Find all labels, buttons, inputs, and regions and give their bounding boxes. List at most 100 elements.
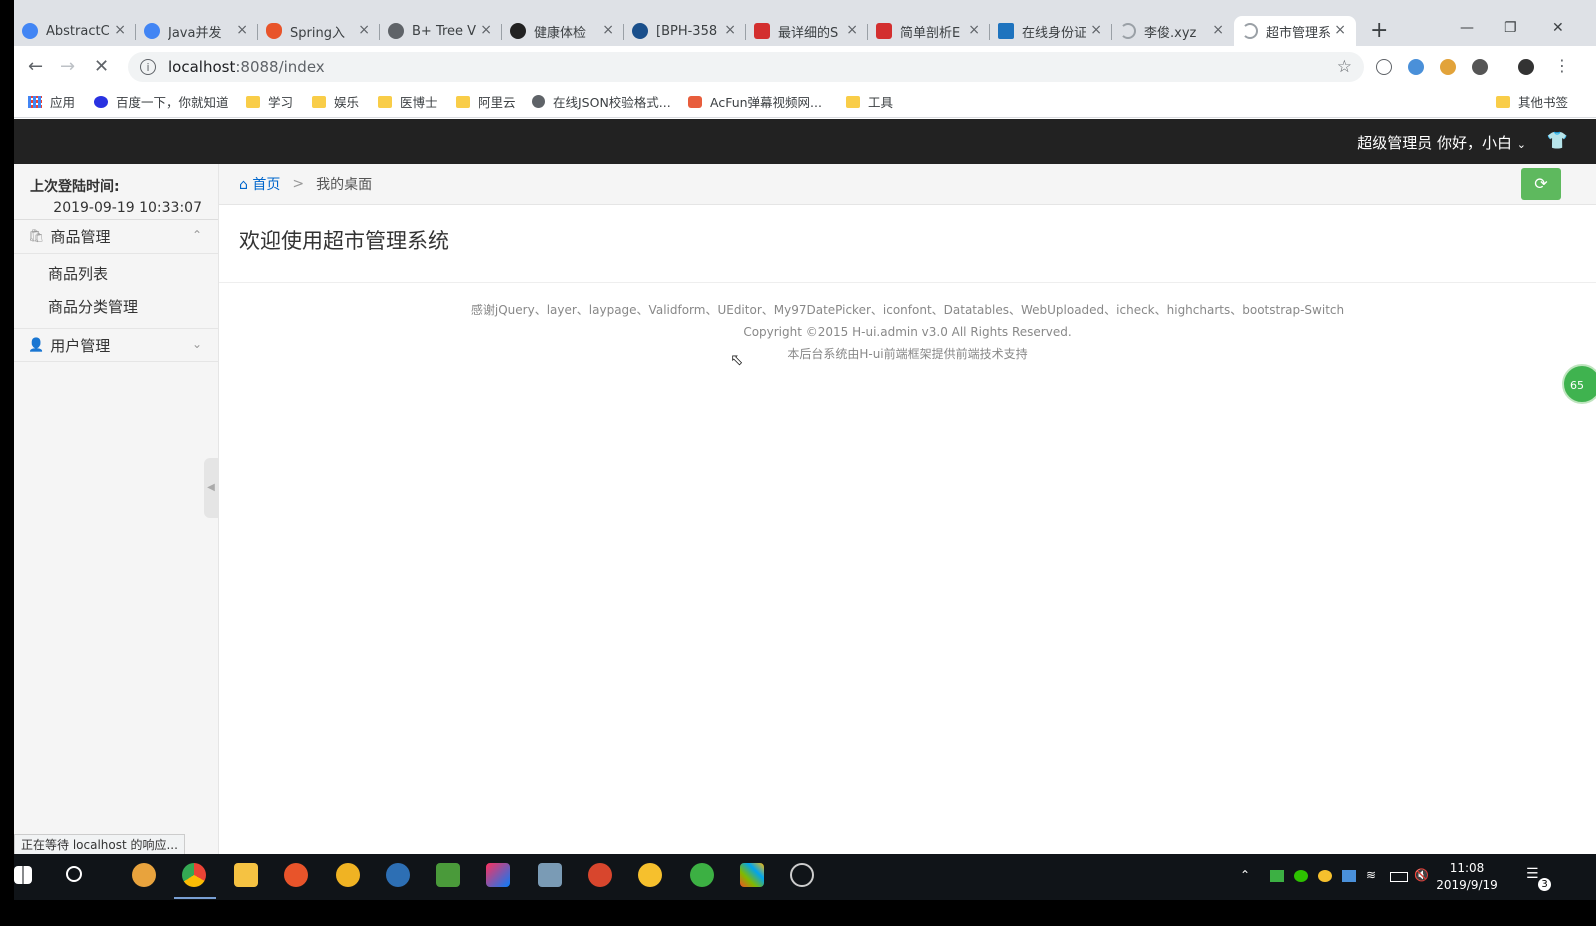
app-icon[interactable] [132, 863, 156, 887]
stop-loading-icon[interactable]: ✕ [94, 56, 109, 77]
volume-muted-icon[interactable]: 🔇 [1414, 868, 1429, 882]
profile-avatar-icon[interactable] [1518, 59, 1534, 75]
app-header: 超级管理员 你好，小白 ⌄ 👕 [14, 119, 1596, 164]
tab-close-icon[interactable]: × [724, 22, 736, 38]
notifications-icon[interactable]: ☰ [1526, 866, 1539, 882]
browser-tab[interactable]: Spring入 × [258, 16, 380, 46]
footer-copyright: Copyright ©2015 H-ui.admin v3.0 All Righ… [743, 325, 1072, 339]
tab-close-icon[interactable]: × [602, 22, 614, 38]
menu-item-goods-list[interactable]: 商品列表 [14, 258, 218, 291]
extension-snowflake-icon[interactable] [1408, 59, 1424, 75]
clock-date: 2019/9/19 [1436, 878, 1498, 892]
breadcrumb-home[interactable]: ⌂ 首页 [239, 174, 280, 194]
tray-app-icon[interactable] [1342, 870, 1356, 882]
url-host: localhost [168, 58, 236, 76]
tray-app-icon[interactable] [1318, 870, 1332, 882]
bookmark-folder[interactable]: 娱乐 [312, 92, 359, 111]
window-close-icon[interactable]: ✕ [1552, 20, 1564, 36]
user-menu[interactable]: 超级管理员 你好，小白 ⌄ [1357, 132, 1526, 153]
browser-tab[interactable]: 在线身份证 × [990, 16, 1112, 46]
wechat-icon[interactable] [1294, 870, 1308, 882]
back-arrow-icon[interactable]: ← [28, 56, 43, 77]
battery-icon[interactable] [1390, 872, 1408, 882]
skin-shirt-icon[interactable]: 👕 [1547, 131, 1568, 151]
address-url[interactable]: localhost:8088/index [168, 58, 325, 76]
bookmark-apps[interactable]: 应用 [28, 92, 75, 111]
floating-speed-badge[interactable]: 65 [1562, 364, 1596, 404]
browser-tab[interactable]: [BPH-358 × [624, 16, 746, 46]
browser-tab-active[interactable]: 超市管理系 × [1234, 16, 1356, 46]
new-tab-button[interactable]: + [1370, 18, 1388, 43]
wifi-icon[interactable]: ≋ [1366, 868, 1376, 882]
tab-label: Java并发 [168, 25, 222, 41]
browser-tab[interactable]: Java并发 × [136, 16, 258, 46]
browser-tab[interactable]: 健康体检 × [502, 16, 624, 46]
app-icon[interactable] [538, 863, 562, 887]
extension-game-icon[interactable] [1472, 59, 1488, 75]
clock[interactable]: 11:08 2019/9/19 [1434, 860, 1500, 894]
last-login-label: 上次登陆时间: [30, 179, 120, 195]
extension-v-icon[interactable] [1376, 59, 1392, 75]
bookmark-folder[interactable]: 学习 [246, 92, 293, 111]
sidebar-collapse-handle[interactable]: ◀ [204, 458, 218, 518]
browser-tab[interactable]: 最详细的S × [746, 16, 868, 46]
menu-user-management[interactable]: 👤 用户管理 ⌄ [14, 328, 218, 362]
tab-close-icon[interactable]: × [1212, 22, 1224, 38]
bookmark-label: 医博士 [400, 95, 438, 110]
app-icon[interactable] [336, 863, 360, 887]
minimize-icon[interactable]: — [1460, 20, 1474, 36]
intellij-icon[interactable] [486, 863, 510, 887]
tab-close-icon[interactable]: × [236, 22, 248, 38]
browser-tab[interactable]: 简单剖析E × [868, 16, 990, 46]
bookmark-star-icon[interactable]: ☆ [1337, 57, 1352, 77]
tab-close-icon[interactable]: × [114, 22, 126, 38]
app-icon[interactable] [436, 863, 460, 887]
bookmark-folder[interactable]: 阿里云 [456, 92, 516, 111]
tray-chevron-up-icon[interactable]: ⌃ [1240, 868, 1250, 882]
screen: AbstractC × Java并发 × Spring入 × B+ Tree V… [14, 0, 1596, 926]
info-icon[interactable]: i [140, 59, 156, 75]
bookmark-json[interactable]: 在线JSON校验格式... [532, 92, 671, 111]
windows-start-icon[interactable] [14, 866, 32, 884]
app-icon[interactable] [690, 863, 714, 887]
app-icon[interactable] [790, 863, 814, 887]
tab-close-icon[interactable]: × [1334, 22, 1346, 38]
sidebar: 上次登陆时间: 2019-09-19 10:33:07 🛍 商品管理 ⌃ 商品列… [14, 164, 219, 854]
refresh-button[interactable]: ⟳ [1521, 168, 1561, 200]
browser-tab[interactable]: B+ Tree V × [380, 16, 502, 46]
restore-icon[interactable]: ❐ [1504, 20, 1517, 36]
menu-item-goods-category[interactable]: 商品分类管理 [14, 291, 218, 324]
tab-label: 简单剖析E [900, 25, 961, 41]
app-icon[interactable] [588, 863, 612, 887]
tab-label: [BPH-358 [656, 23, 718, 39]
tab-close-icon[interactable]: × [968, 22, 980, 38]
bookmark-acfun[interactable]: AcFun弹幕视频网... [688, 92, 822, 111]
tray-app-icon[interactable] [1270, 870, 1284, 882]
cortana-search-icon[interactable] [66, 866, 82, 882]
bookmark-folder[interactable]: 工具 [846, 92, 893, 111]
tab-close-icon[interactable]: × [480, 22, 492, 38]
app-icon[interactable] [284, 863, 308, 887]
tab-close-icon[interactable]: × [846, 22, 858, 38]
tab-close-icon[interactable]: × [358, 22, 370, 38]
bookmark-folder[interactable]: 医博士 [378, 92, 438, 111]
app-icon[interactable] [386, 863, 410, 887]
address-bar[interactable]: i localhost:8088/index ☆ [128, 52, 1364, 82]
mouse-cursor-icon: ⬁ [730, 350, 744, 369]
chrome-icon[interactable] [182, 863, 206, 887]
file-explorer-icon[interactable] [234, 863, 258, 887]
browser-tab[interactable]: AbstractC × [14, 16, 136, 46]
app-icon[interactable] [740, 863, 764, 887]
bookmark-baidu[interactable]: 百度一下，你就知道 [94, 92, 229, 111]
extension-cookie-icon[interactable] [1440, 59, 1456, 75]
other-bookmarks[interactable]: 其他书签 [1496, 92, 1568, 111]
forward-arrow-icon[interactable]: → [60, 56, 75, 77]
menu-kebab-icon[interactable]: ⋮ [1554, 56, 1570, 75]
url-path: :8088/index [235, 58, 325, 76]
csdn-icon [754, 23, 770, 39]
browser-tab[interactable]: 李俊.xyz × [1112, 16, 1234, 46]
app-icon[interactable] [638, 863, 662, 887]
menu-goods-management[interactable]: 🛍 商品管理 ⌃ [14, 220, 218, 254]
tab-close-icon[interactable]: × [1090, 22, 1102, 38]
last-login-value: 2019-09-19 10:33:07 [53, 200, 202, 216]
